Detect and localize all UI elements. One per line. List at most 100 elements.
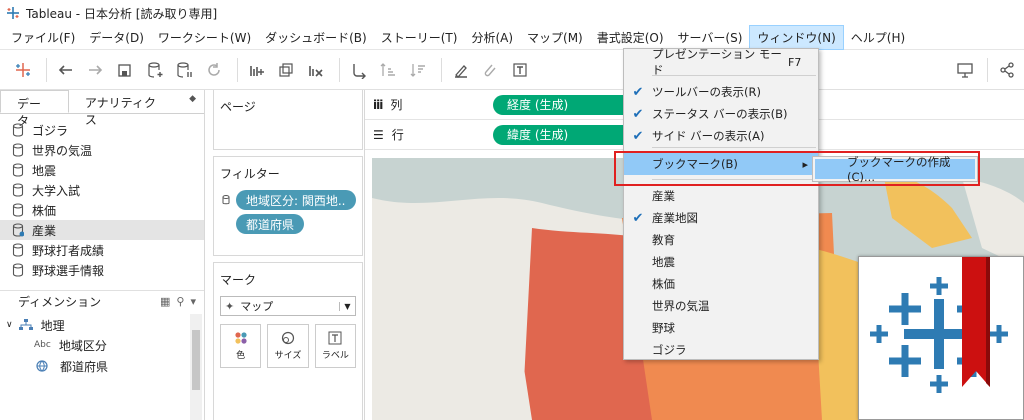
datasource-item[interactable]: ゴジラ: [0, 120, 204, 140]
swap-icon[interactable]: [346, 57, 372, 83]
toolbar-divider: [45, 57, 47, 82]
group-clip-icon[interactable]: [478, 57, 504, 83]
tab-scroll-icon[interactable]: ◆: [181, 90, 204, 113]
string-type-icon: Abc: [34, 340, 51, 350]
dimension-field[interactable]: 都道府県: [36, 356, 108, 376]
tab-analytics[interactable]: アナリティクス: [69, 90, 181, 127]
window-menu-item[interactable]: 教育: [624, 229, 818, 251]
menu-analysis[interactable]: 分析(A): [464, 26, 520, 49]
window-menu-item[interactable]: 産業: [624, 185, 818, 207]
datasource-item[interactable]: 産業: [0, 220, 204, 240]
columns-icon: iii: [373, 97, 383, 112]
show-labels-icon[interactable]: [507, 57, 533, 83]
color-button[interactable]: 色: [220, 324, 262, 368]
size-button[interactable]: サイズ: [267, 324, 309, 368]
window-menu-item[interactable]: ゴジラ: [624, 339, 818, 361]
refresh-icon[interactable]: [201, 57, 227, 83]
undo-icon[interactable]: [53, 57, 79, 83]
menu-worksheet[interactable]: ワークシート(W): [151, 26, 258, 49]
toolbar: [0, 50, 1024, 90]
datasource-label: 世界の気温: [32, 143, 93, 158]
datasource-icon: [12, 123, 24, 137]
datasource-item[interactable]: 大学入試: [0, 180, 204, 200]
menu-story[interactable]: ストーリー(T): [374, 26, 465, 49]
window-menu-item[interactable]: ✔ サイド バーの表示(A): [624, 125, 818, 147]
window-menu-item[interactable]: 株価: [624, 273, 818, 295]
menu-bar: ファイル(F) データ(D) ワークシート(W) ダッシュボード(B) ストーリ…: [0, 25, 1024, 50]
filters-card[interactable]: フィルター 地域区分: 関西地.. 都道府県: [213, 156, 363, 256]
menu-file[interactable]: ファイル(F): [4, 26, 82, 49]
label-button[interactable]: ラベル: [314, 324, 356, 368]
menu-help[interactable]: ヘルプ(H): [844, 26, 912, 49]
window-menu-item-label: ツールバーの表示(R): [652, 85, 761, 99]
sort-descending-icon[interactable]: [405, 57, 431, 83]
sort-ascending-icon[interactable]: [376, 57, 402, 83]
rows-shelf-label: ☰ 行: [365, 126, 493, 143]
highlight-pen-icon[interactable]: [448, 57, 474, 83]
menu-dashboard[interactable]: ダッシュボード(B): [258, 26, 374, 49]
window-menu-item[interactable]: プレゼンテーション モード F7: [624, 47, 818, 77]
redo-icon[interactable]: [82, 57, 108, 83]
share-icon[interactable]: [994, 57, 1020, 83]
map-mark-icon: ✦: [225, 299, 235, 313]
window-menu-item[interactable]: 野球: [624, 317, 818, 339]
datasource-icon: [12, 143, 24, 157]
window-menu-item[interactable]: ✔ ステータス バーの表示(B): [624, 103, 818, 125]
rows-label: 行: [391, 128, 404, 142]
bookmark-logo-inset: [858, 256, 1024, 420]
view-toggle-icon[interactable]: ▦: [160, 295, 170, 308]
scrollbar[interactable]: [190, 314, 202, 420]
menu-data[interactable]: データ(D): [82, 26, 151, 49]
new-worksheet-icon[interactable]: [244, 57, 270, 83]
datasource-small-icon: [222, 195, 230, 205]
dimension-field-label: 都道府県: [60, 359, 109, 374]
new-datasource-icon[interactable]: [142, 57, 168, 83]
pause-updates-icon[interactable]: [171, 57, 197, 83]
menu-map[interactable]: マップ(M): [520, 26, 590, 49]
datasource-label: 野球選手情報: [32, 263, 105, 278]
datasource-label: 産業: [32, 223, 57, 238]
check-icon: ✔: [632, 128, 644, 144]
mark-type-select[interactable]: ✦ マップ ▼: [220, 296, 356, 316]
window-menu-dropdown: プレゼンテーション モード F7 ✔ ツールバーの表示(R) ✔ ステータス バーの表示(…: [623, 47, 819, 361]
datasource-item[interactable]: 地震: [0, 160, 204, 180]
chevron-down-icon[interactable]: ▼: [339, 301, 355, 311]
tab-data[interactable]: データ: [0, 90, 69, 128]
datasource-label: 大学入試: [32, 183, 81, 198]
clear-sheet-icon[interactable]: [303, 57, 329, 83]
datasource-item[interactable]: 野球選手情報: [0, 260, 204, 280]
filter-pill-prefecture[interactable]: 都道府県: [236, 214, 305, 234]
filter-pill-region[interactable]: 地域区分: 関西地..: [236, 190, 356, 210]
save-icon[interactable]: [112, 57, 138, 83]
window-menu-item[interactable]: 地震: [624, 251, 818, 273]
scrollbar-thumb[interactable]: [192, 330, 200, 390]
datasource-item[interactable]: 株価: [0, 200, 204, 220]
toolbar-divider: [987, 57, 989, 82]
presentation-mode-icon[interactable]: [952, 57, 978, 83]
map-land: [412, 285, 532, 420]
columns-pill-longitude[interactable]: 経度 (生成): [493, 94, 633, 115]
color-icon: [235, 332, 247, 344]
tableau-logo-icon[interactable]: [10, 57, 36, 83]
rows-pill-latitude[interactable]: 緯度 (生成): [493, 124, 633, 145]
dropdown-arrow-icon[interactable]: ▾: [190, 295, 196, 308]
duplicate-sheet-icon[interactable]: [273, 57, 299, 83]
window-menu-item[interactable]: 世界の気温: [624, 295, 818, 317]
window-menu-item[interactable]: ✔ 産業地図: [624, 207, 818, 229]
toolbar-divider: [236, 57, 238, 82]
dimension-field[interactable]: Abc 地域区分: [34, 335, 107, 355]
globe-icon: [36, 360, 48, 372]
cards-pane: ページ フィルター 地域区分: 関西地.. 都道府県 マーク ✦ マップ ▼ 色…: [205, 90, 365, 420]
rows-icon: ☰: [373, 127, 384, 142]
expand-chevron-icon[interactable]: ∨: [6, 320, 13, 330]
datasource-item[interactable]: 野球打者成績: [0, 240, 204, 260]
pages-card[interactable]: ページ: [213, 90, 363, 150]
columns-shelf-label: iii 列: [365, 96, 493, 113]
window-menu-item[interactable]: ✔ ツールバーの表示(R): [624, 81, 818, 103]
mark-buttons: 色 サイズ ラベル: [214, 316, 362, 368]
hierarchy-icon: [18, 319, 33, 330]
dimension-folder[interactable]: ∨ 地理: [6, 315, 65, 335]
search-icon[interactable]: ⚲: [176, 295, 184, 308]
window-menu-item-label: サイド バーの表示(A): [652, 129, 765, 143]
datasource-item[interactable]: 世界の気温: [0, 140, 204, 160]
